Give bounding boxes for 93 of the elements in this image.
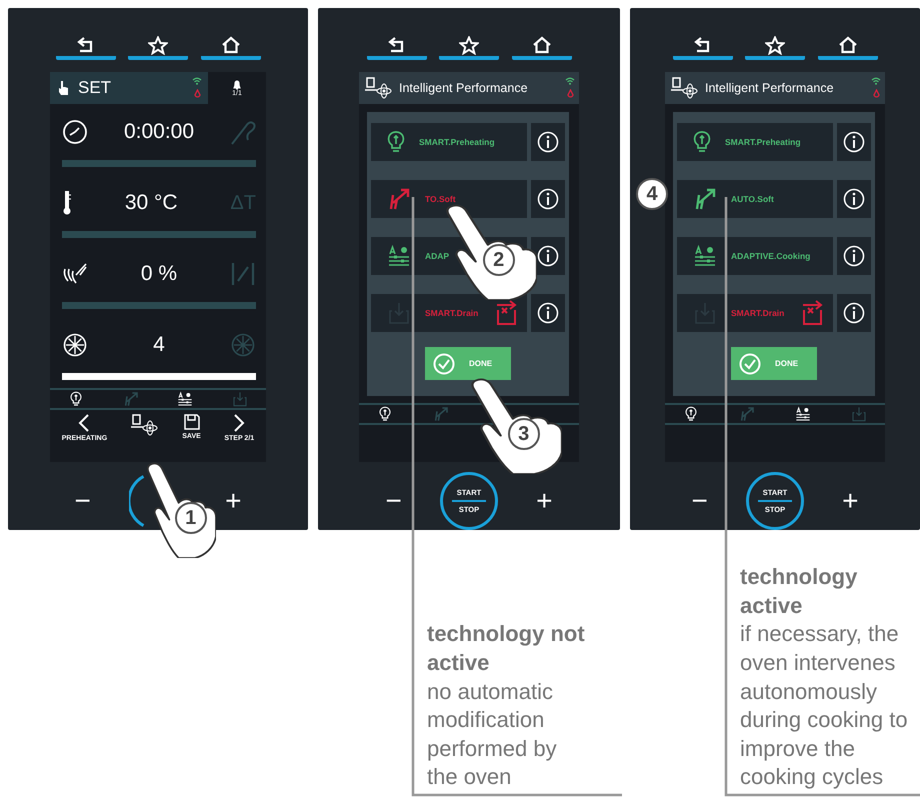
plus-button[interactable]: + (221, 487, 246, 515)
favorites-button[interactable] (745, 36, 805, 60)
star-icon (765, 36, 785, 55)
info-icon (843, 245, 865, 267)
oven-atom-icon[interactable] (130, 414, 159, 436)
info-button[interactable] (837, 180, 871, 218)
slider-bar[interactable] (62, 302, 256, 309)
clock-icon (62, 119, 88, 145)
minus-button[interactable]: − (688, 487, 712, 515)
check-icon (433, 352, 455, 374)
home-icon (220, 36, 240, 54)
oven-atom-icon (671, 77, 699, 99)
screen-title: Intelligent Performance (399, 80, 528, 97)
bell-icon (232, 80, 242, 90)
bulb-icon (685, 406, 698, 422)
plus-button[interactable]: + (532, 487, 556, 515)
info-icon (843, 302, 865, 324)
slider-bar[interactable] (62, 373, 256, 380)
favorites-button[interactable] (439, 36, 499, 60)
bulb-icon (387, 130, 405, 154)
arrow-icon (387, 187, 411, 211)
damper-icon (230, 261, 256, 287)
start-stop-button[interactable] (129, 475, 144, 527)
wifi-icon (565, 77, 575, 85)
sliders-icon (693, 244, 717, 268)
setting-value[interactable]: 30 °C (124, 187, 178, 219)
plus-button[interactable]: + (838, 487, 862, 515)
drain-icon (801, 300, 825, 326)
fan-icon (62, 332, 88, 358)
sliders-icon (794, 406, 811, 422)
arrow-icon (122, 391, 139, 407)
setting-value[interactable]: 0 % (140, 258, 178, 290)
sliders-icon (177, 391, 194, 407)
hand-icon (56, 80, 70, 96)
info-button[interactable] (837, 237, 871, 275)
arrow-icon (433, 406, 450, 422)
wifi-icon (192, 77, 202, 85)
star-icon (459, 36, 479, 55)
home-icon (838, 36, 858, 54)
tray-icon (850, 406, 867, 422)
drop-icon (566, 89, 574, 99)
drop-icon (872, 89, 880, 99)
back-button[interactable] (56, 36, 116, 60)
check-icon (739, 352, 761, 374)
info-button[interactable] (531, 180, 565, 218)
star-icon (148, 36, 168, 55)
technology-toggle[interactable]: ADAPTIVE.Cooking (677, 237, 833, 275)
home-button[interactable] (818, 36, 878, 60)
callout-text: technology active if necessary, the oven intervenes autonomously during cooking to improve the cooking cycles (740, 563, 908, 792)
minus-button[interactable]: − (382, 487, 406, 515)
oven-atom-icon (365, 77, 393, 99)
tray-icon (232, 391, 248, 407)
info-icon (537, 131, 559, 153)
minus-button[interactable]: − (70, 487, 95, 515)
screen-title: SET (78, 77, 112, 100)
tray-icon (387, 301, 411, 325)
info-icon (843, 188, 865, 210)
wifi-icon (871, 77, 881, 85)
home-button[interactable] (512, 36, 572, 60)
bulb-icon (379, 406, 392, 422)
info-button[interactable] (531, 294, 565, 332)
back-button[interactable] (672, 36, 732, 60)
drain-icon (495, 300, 519, 326)
info-button[interactable] (837, 123, 871, 161)
chevron-right-icon (233, 414, 246, 432)
info-icon (843, 131, 865, 153)
favorites-button[interactable] (128, 36, 188, 60)
setting-value[interactable]: 0:00:00 (124, 116, 194, 148)
bulb-icon (70, 391, 82, 407)
slider-bar[interactable] (62, 160, 256, 167)
sliders-icon (387, 244, 411, 268)
arrow-icon (739, 406, 756, 422)
info-icon (537, 188, 559, 210)
info-icon (537, 302, 559, 324)
back-button[interactable] (366, 36, 426, 60)
setting-value[interactable]: 4 (153, 329, 165, 361)
bulb-icon (693, 130, 711, 154)
technology-toggle[interactable]: SMART.Preheating (371, 123, 527, 161)
fan-icon (230, 332, 256, 358)
callout-text: technology not active no automatic modification performed by the oven (427, 620, 586, 792)
info-button[interactable] (837, 294, 871, 332)
thermometer-icon (62, 190, 72, 216)
screen-title: Intelligent Performance (705, 80, 834, 97)
technology-toggle[interactable]: AUTO.Soft (677, 180, 833, 218)
home-icon (532, 36, 552, 54)
info-icon (537, 245, 559, 267)
drop-icon (194, 89, 200, 99)
arrow-icon (693, 187, 717, 211)
home-button[interactable] (200, 36, 260, 60)
slider-bar[interactable] (62, 231, 256, 238)
info-button[interactable] (531, 123, 565, 161)
technology-toggle[interactable]: SMART.Preheating (677, 123, 833, 161)
chevron-left-icon (78, 414, 90, 432)
